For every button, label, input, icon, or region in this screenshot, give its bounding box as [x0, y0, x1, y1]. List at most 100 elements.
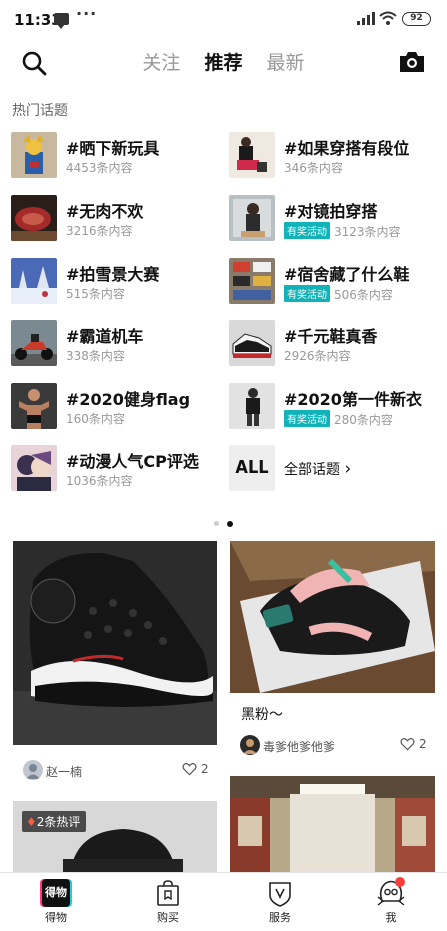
shield-v-icon [269, 882, 291, 907]
all-topics-label: 全部话题 › [284, 459, 351, 479]
like-button[interactable]: 2 [182, 762, 209, 776]
topic-item[interactable]: #无肉不欢 3216条内容 [11, 195, 216, 243]
topic-item[interactable]: #拍雪景大赛 515条内容 [11, 258, 216, 306]
topic-item[interactable]: #对镜拍穿搭 有奖活动 3123条内容 [229, 195, 434, 243]
topic-count: 160条内容 [66, 412, 125, 426]
tab-latest[interactable]: 最新 [267, 48, 305, 75]
author-avatar[interactable] [240, 735, 260, 755]
feed-card[interactable]: 赵一楠 2 [13, 541, 217, 787]
topic-count: 515条内容 [66, 287, 125, 301]
topic-item[interactable]: #2020健身flag 160条内容 [11, 383, 216, 431]
topic-item[interactable]: #晒下新玩具 4453条内容 [11, 132, 216, 180]
topic-item[interactable]: #千元鞋真香 2926条内容 [229, 320, 434, 368]
top-header: 关注 推荐 最新 [0, 40, 447, 90]
topic-item[interactable]: #宿舍藏了什么鞋 有奖活动 506条内容 [229, 258, 434, 306]
nav-label: 购买 [157, 911, 179, 924]
reward-badge: 有奖活动 [284, 410, 330, 427]
card-caption: 黑粉～ [241, 707, 283, 723]
topic-thumbnail-new-clothes [229, 383, 275, 429]
card-image-sneaker-box [230, 541, 435, 693]
topic-item[interactable]: #如果穿搭有段位 346条内容 [229, 132, 434, 180]
topic-count: 有奖活动 3123条内容 [284, 222, 401, 240]
status-bar: 11:33 ··· 92 [0, 0, 447, 40]
shopping-bag-icon [157, 880, 179, 906]
topic-thumbnail-anime [11, 445, 57, 491]
message-icon [54, 13, 69, 29]
feed-card[interactable] [230, 776, 435, 872]
all-topics-link[interactable]: ALL 全部话题 › [229, 445, 434, 493]
feed-tabs: 关注 推荐 最新 [0, 48, 447, 75]
nav-service[interactable]: 服务 [250, 879, 310, 925]
topic-thumbnail-sneakers [229, 320, 275, 366]
pager-dot-active[interactable] [227, 520, 233, 527]
topic-count: 有奖活动 506条内容 [284, 285, 393, 303]
hot-comments-text: 2条热评 [36, 815, 81, 829]
chevron-right-icon: › [344, 459, 352, 479]
topic-thumbnail-snow [11, 258, 57, 304]
reward-badge: 有奖活动 [284, 222, 330, 239]
notification-dot [395, 877, 405, 887]
topic-thumbnail-meat [11, 195, 57, 241]
all-topics-text: 全部话题 [284, 462, 340, 478]
card-image-hallway [230, 776, 435, 872]
more-notifications-icon: ··· [76, 4, 98, 23]
all-topics-badge: ALL [229, 445, 275, 491]
topic-thumbnail-outfit [229, 132, 275, 178]
author-name[interactable]: 赵一楠 [46, 763, 82, 780]
tab-recommended[interactable]: 推荐 [204, 48, 242, 75]
topic-count: 1036条内容 [66, 474, 133, 488]
card-image-sneaker-black [13, 541, 217, 745]
topic-item[interactable]: #2020第一件新衣 有奖活动 280条内容 [229, 383, 434, 431]
nav-me[interactable]: 我 [361, 877, 421, 925]
topic-title: #2020健身flag [66, 390, 191, 409]
heart-icon [182, 763, 197, 776]
topic-thumbnail-shoe-shelf [229, 258, 275, 304]
topic-thumbnail-motorcycle [11, 320, 57, 366]
nav-dewu[interactable]: 得物 得物 [26, 879, 86, 925]
topic-title: #宿舍藏了什么鞋 [284, 265, 410, 284]
topic-title: #拍雪景大赛 [66, 265, 160, 284]
nav-label: 我 [385, 911, 397, 924]
camera-icon[interactable] [398, 50, 426, 74]
author-avatar[interactable] [23, 760, 43, 780]
topics-pager [0, 513, 447, 527]
topic-count: 有奖活动 280条内容 [284, 410, 393, 428]
hot-topics-label: 热门话题 [12, 103, 68, 119]
dewu-logo-icon: 得物 [42, 879, 70, 907]
topic-item[interactable]: #动漫人气CP评选 1036条内容 [11, 445, 216, 493]
topic-title: #对镜拍穿搭 [284, 202, 378, 221]
pager-dot[interactable] [214, 521, 219, 526]
like-count: 2 [419, 737, 427, 751]
tab-following[interactable]: 关注 [142, 48, 180, 75]
heart-icon [400, 738, 415, 751]
nav-label: 得物 [45, 911, 67, 924]
topic-count: 2926条内容 [284, 349, 351, 363]
hot-comments-tag: ♦2条热评 [22, 811, 87, 832]
topic-thumbnail-toy [11, 132, 57, 178]
topic-title: #2020第一件新衣 [284, 390, 422, 409]
nav-label: 服务 [269, 911, 291, 924]
author-name[interactable]: 毒爹他爹他爹 [263, 738, 335, 755]
topic-item[interactable]: #霸道机车 338条内容 [11, 320, 216, 368]
signal-icon [357, 12, 375, 25]
bottom-nav: 得物 得物 购买 服务 我 [0, 872, 447, 931]
topic-title: #霸道机车 [66, 327, 144, 346]
topic-title: #晒下新玩具 [66, 139, 160, 158]
nav-buy[interactable]: 购买 [138, 879, 198, 925]
topic-thumbnail-fitness [11, 383, 57, 429]
topic-title: #无肉不欢 [66, 202, 144, 221]
like-count: 2 [201, 762, 209, 776]
feed-card[interactable]: ♦2条热评 [13, 801, 217, 872]
reward-badge: 有奖活动 [284, 285, 330, 302]
topic-count: 3216条内容 [66, 224, 133, 238]
topic-count-value: 506条内容 [334, 288, 393, 302]
feed-card[interactable]: 黑粉～ 毒爹他爹他爹 2 [230, 541, 435, 766]
fire-icon: ♦ [26, 815, 37, 829]
topic-title: #千元鞋真香 [284, 327, 378, 346]
like-button[interactable]: 2 [400, 737, 427, 751]
wifi-icon [379, 11, 397, 25]
topic-count: 4453条内容 [66, 161, 133, 175]
topic-count: 338条内容 [66, 349, 125, 363]
topic-title: #动漫人气CP评选 [66, 452, 199, 471]
battery-indicator: 92 [402, 12, 431, 26]
